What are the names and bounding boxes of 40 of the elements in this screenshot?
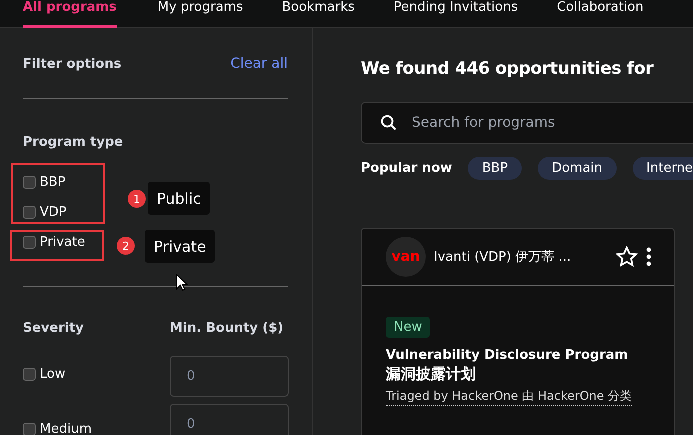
search-field[interactable]: Search for programs	[361, 102, 693, 144]
callout-label: Public	[148, 182, 210, 215]
tag-chip[interactable]: BBP	[468, 157, 522, 180]
section-heading: Severity	[23, 321, 86, 336]
program-title: Vulnerability Disclosure Program	[386, 348, 630, 363]
cursor-icon	[176, 274, 188, 292]
program-logo: van	[386, 237, 426, 277]
program-name[interactable]: Ivanti (VDP) 伊万蒂 ...	[434, 248, 608, 266]
section-heading: Program type	[23, 135, 124, 150]
bounty-input[interactable]: 0	[170, 356, 289, 397]
clear-all-link[interactable]: Clear all	[230, 56, 288, 72]
nav-tab[interactable]: Bookmarks	[282, 0, 355, 28]
nav-tab[interactable]: My programs	[158, 0, 244, 28]
checkbox-label: Low	[40, 366, 66, 382]
checkbox[interactable]	[23, 206, 36, 218]
search-icon	[380, 114, 398, 132]
tag-chip[interactable]: Interne	[632, 157, 693, 180]
triage-text: Triaged by HackerOne 由 HackerOne 分类	[386, 388, 632, 406]
checkbox-label: BBP	[40, 174, 66, 190]
tag-chip[interactable]: Domain	[538, 157, 617, 180]
star-icon[interactable]	[616, 246, 638, 268]
section-heading: Min. Bounty ($)	[170, 321, 285, 336]
popular-label: Popular now	[361, 161, 452, 176]
checkbox[interactable]	[23, 422, 36, 435]
new-badge: New	[386, 317, 430, 338]
program-subtitle: 漏洞披露计划	[386, 365, 477, 384]
results-heading: We found 446 opportunities for	[361, 59, 655, 79]
callout-label: Private	[145, 230, 216, 263]
more-icon[interactable]	[646, 247, 652, 267]
nav-tab[interactable]: Pending Invitations	[394, 0, 518, 28]
checkbox[interactable]	[23, 236, 36, 248]
checkbox-label: VDP	[40, 204, 67, 220]
search-input[interactable]: Search for programs	[410, 114, 690, 132]
bounty-input[interactable]: 0	[170, 404, 289, 435]
checkbox[interactable]	[23, 368, 36, 380]
checkbox[interactable]	[23, 176, 36, 188]
checkbox-label: Private	[40, 234, 86, 250]
checkbox-label: Medium	[40, 422, 92, 435]
nav-tab[interactable]: Collaboration	[557, 0, 644, 28]
filter-title: Filter options	[23, 56, 122, 72]
